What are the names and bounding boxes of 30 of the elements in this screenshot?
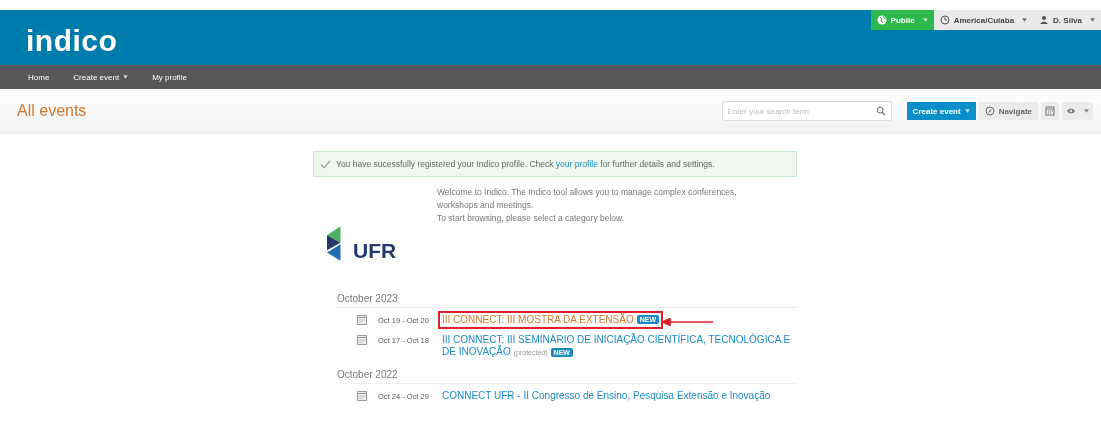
month-heading: October 2023 bbox=[337, 293, 797, 308]
nav-link[interactable]: Home bbox=[28, 72, 50, 82]
profile-link[interactable]: your profile bbox=[555, 159, 598, 169]
clock-icon bbox=[939, 15, 950, 25]
compass-icon bbox=[984, 106, 995, 116]
public-button[interactable]: Public bbox=[870, 10, 934, 30]
welcome-text: To start browsing, please select a category below. bbox=[437, 212, 626, 225]
create-event-button[interactable]: Create event bbox=[906, 102, 976, 120]
event-link[interactable]: CONNECT UFR - II Congresso de Ensino, Pesquisa Extensão e Inovação bbox=[442, 390, 793, 403]
user-icon bbox=[1039, 15, 1050, 25]
nav-link[interactable]: Create event bbox=[73, 72, 129, 82]
indico-logo[interactable]: indico bbox=[26, 24, 118, 58]
view-button[interactable] bbox=[1062, 102, 1093, 120]
calendar-button[interactable] bbox=[1041, 102, 1059, 120]
user-button[interactable]: D. Silva bbox=[1033, 10, 1101, 30]
month-heading: October 2022 bbox=[337, 369, 797, 385]
page-title: All events bbox=[17, 102, 87, 120]
ufr-logo: UFR bbox=[313, 186, 437, 261]
eye-icon bbox=[1066, 106, 1076, 116]
search-icon bbox=[875, 106, 886, 116]
check-icon bbox=[320, 159, 331, 169]
nav-link[interactable]: My profile bbox=[152, 72, 187, 82]
calendar-icon bbox=[357, 335, 367, 346]
calendar-icon bbox=[357, 391, 367, 402]
message-text: You have sucessfully registered your Indico profile. Check your profile for further details and settings. bbox=[336, 159, 715, 169]
navigate-button[interactable]: Navigate bbox=[978, 102, 1038, 120]
calendar-icon bbox=[1045, 106, 1055, 116]
welcome-text: Welcome to Indico. The Indico tool allows you to manage complex conferences, workshops and meetings. bbox=[437, 186, 738, 212]
calendar-icon bbox=[357, 315, 367, 325]
timezone-button[interactable]: America/Cuiaba bbox=[933, 10, 1034, 30]
